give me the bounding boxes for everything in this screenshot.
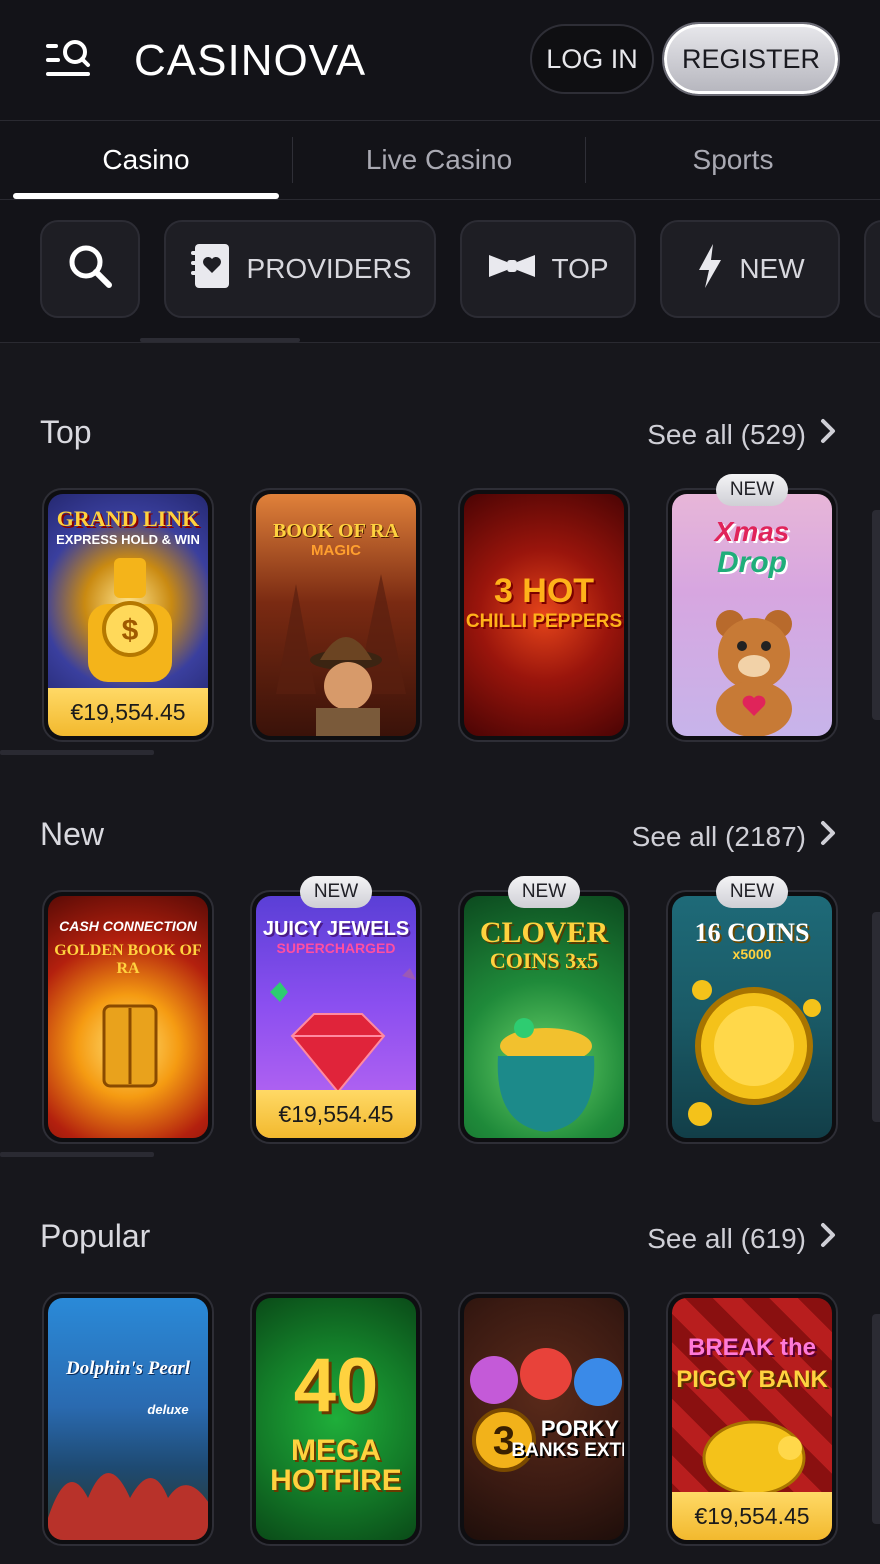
filter-bar: PROVIDERS TOP NEW [0, 200, 880, 343]
game-card-40-mega-hotfire[interactable]: 40 MEGA HOTFIRE [250, 1292, 422, 1546]
row-scroll-indicator [0, 1152, 154, 1157]
game-thumbnail: GRAND LINK EXPRESS HOLD & WIN $ €19,554.… [48, 494, 208, 736]
jackpot-amount: €19,554.45 [256, 1090, 416, 1138]
new-filter-button[interactable]: NEW [660, 220, 840, 318]
section-title-new: New [40, 816, 105, 852]
game-card-golden-book-of-ra[interactable]: CASH CONNECTION GOLDEN BOOK OF RA [42, 890, 214, 1144]
scroll-hint [872, 1314, 880, 1524]
register-button[interactable]: REGISTER [662, 22, 840, 96]
top-bar: CASINOVA LOG IN REGISTER [0, 0, 880, 121]
providers-icon [189, 241, 233, 298]
game-thumbnail: Dolphin's Pearl deluxe [48, 1298, 208, 1540]
login-button[interactable]: LOG IN [530, 24, 654, 94]
main-tabs: Casino Live Casino Sports [0, 121, 880, 200]
pot-of-gold-icon [497, 1018, 595, 1132]
game-title: 40 [293, 1343, 379, 1428]
bowtie-icon [487, 251, 537, 288]
scroll-hint [872, 912, 880, 1122]
lightning-icon [695, 242, 725, 297]
row-scroll-indicator [0, 750, 154, 755]
game-card-xmas-drop[interactable]: NEW Xmas Drop [666, 474, 838, 742]
search-button[interactable] [40, 220, 140, 318]
game-thumbnail: Xmas Drop [672, 494, 832, 736]
scroll-hint [872, 510, 880, 720]
game-thumbnail: BREAK the PIGGY BANK €19,554.45 [672, 1298, 832, 1540]
chevron-right-icon [820, 820, 836, 853]
providers-filter-button[interactable]: PROVIDERS [164, 220, 436, 318]
new-badge: NEW [716, 474, 788, 506]
see-all-label: See all (619) [647, 1222, 806, 1254]
new-badge: NEW [508, 876, 580, 908]
game-card-clover-coins[interactable]: NEW CLOVER COINS 3x5 [458, 876, 630, 1144]
top-label: TOP [551, 253, 609, 284]
see-all-label: See all (529) [647, 418, 806, 450]
section-title-top: Top [40, 414, 92, 450]
top-filter-button[interactable]: TOP [460, 220, 636, 318]
game-subtitle: MEGA HOTFIRE [270, 1434, 402, 1497]
game-thumbnail: 3 HOT CHILLI PEPPERS [464, 494, 624, 736]
game-card-dolphins-pearl[interactable]: Dolphin's Pearl deluxe [42, 1292, 214, 1546]
game-card-porky-banks-extra[interactable]: 3 PORKY BANKS EXTRA [458, 1292, 630, 1546]
game-card-3-hot-chilli-peppers[interactable]: 3 HOT CHILLI PEPPERS [458, 488, 630, 742]
tab-casino[interactable]: Casino [0, 121, 292, 199]
game-thumbnail: 40 MEGA HOTFIRE [256, 1298, 416, 1540]
game-thumbnail: 16 COINS x5000 [672, 896, 832, 1138]
see-all-popular-link[interactable]: See all (619) [647, 1222, 836, 1255]
gold-coin-icon [688, 980, 821, 1126]
game-thumbnail: JUICY JEWELS SUPERCHARGED €19,554.45 [256, 896, 416, 1138]
next-filter-chip[interactable] [864, 220, 880, 318]
new-badge: NEW [300, 876, 372, 908]
coral-reef-icon [48, 1473, 208, 1540]
game-thumbnail: CLOVER COINS 3x5 [464, 896, 624, 1138]
game-card-grand-link[interactable]: GRAND LINK EXPRESS HOLD & WIN $ €19,554.… [42, 488, 214, 742]
see-all-new-link[interactable]: See all (2187) [632, 820, 836, 853]
menu-search-icon[interactable] [44, 38, 92, 82]
game-subtitle: CHILLI PEPPERS [465, 611, 623, 632]
jackpot-amount: €19,554.45 [672, 1492, 832, 1540]
game-card-16-coins[interactable]: NEW 16 COINS x5000 [666, 876, 838, 1144]
chevron-right-icon [820, 1222, 836, 1255]
game-subtitle: BANKS EXTRA [511, 1440, 624, 1461]
new-label: NEW [739, 253, 805, 284]
see-all-label: See all (2187) [631, 820, 806, 852]
game-card-book-of-ra-magic[interactable]: BOOK OF RA MAGIC [250, 488, 422, 742]
teddy-bear-icon [716, 610, 792, 736]
new-badge: NEW [716, 876, 788, 908]
game-title: 3 HOT [493, 572, 595, 610]
jackpot-amount: €19,554.45 [48, 688, 208, 736]
game-title: PORKY [540, 1416, 620, 1441]
game-card-juicy-jewels[interactable]: NEW JUICY JEWELS SUPERCHARGED €19,554.45 [250, 876, 422, 1144]
search-icon [65, 241, 115, 298]
game-thumbnail: CASH CONNECTION GOLDEN BOOK OF RA [48, 896, 208, 1138]
filters-scroll-indicator [140, 338, 300, 342]
active-tab-indicator [13, 193, 279, 199]
brand-logo[interactable]: CASINOVA [134, 36, 366, 86]
golden-book-icon [102, 1004, 158, 1088]
section-title-popular: Popular [40, 1218, 151, 1254]
tab-live-casino[interactable]: Live Casino [293, 121, 585, 199]
explorer-icon [276, 574, 406, 736]
game-thumbnail: BOOK OF RA MAGIC [256, 494, 416, 736]
providers-label: PROVIDERS [246, 253, 412, 284]
see-all-top-link[interactable]: See all (529) [647, 418, 836, 451]
tab-sports[interactable]: Sports [586, 121, 880, 199]
svg-text:$: $ [122, 614, 139, 647]
game-card-break-the-piggy-bank[interactable]: BREAK the PIGGY BANK €19,554.45 [666, 1292, 838, 1546]
game-thumbnail: 3 PORKY BANKS EXTRA [464, 1298, 624, 1540]
chevron-right-icon [820, 418, 836, 451]
